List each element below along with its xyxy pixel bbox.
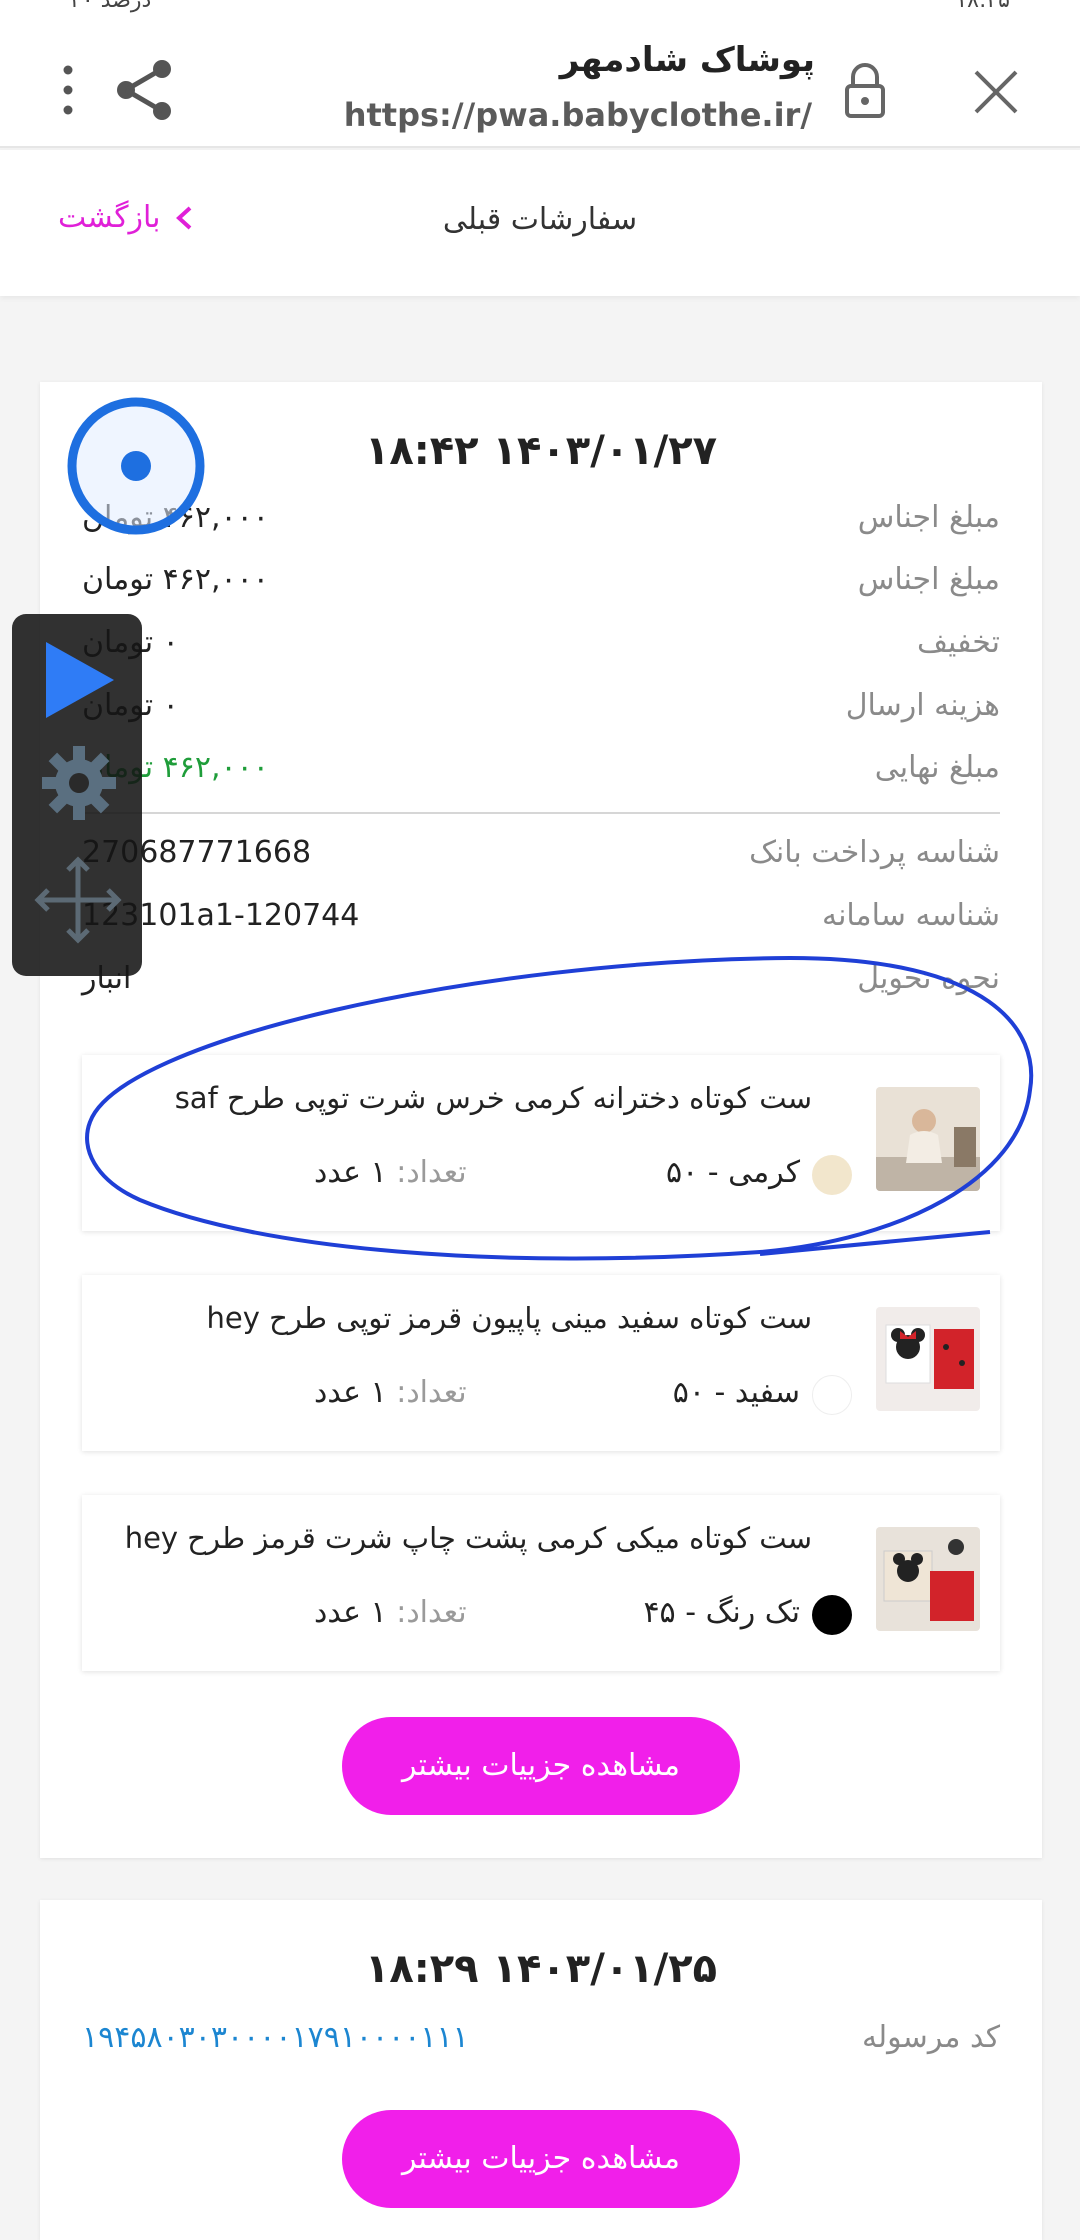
- product-thumbnail: [876, 1527, 980, 1631]
- row-value: ۴۶۲,۰۰۰ تومان: [82, 562, 269, 597]
- item-name: ست کوتاه دخترانه کرمی خرس شرت توپی طرح s…: [174, 1081, 812, 1115]
- row-label: کد مرسوله: [861, 2020, 1000, 2055]
- status-bar: ۲۰ درصد ۱۸:۴۵: [0, 0, 1080, 14]
- summary-row: مبلغ اجناس ۴۶۲,۰۰۰ تومان: [82, 500, 1000, 550]
- divider: [82, 812, 1000, 814]
- item-quantity: تعداد: ۱ عدد: [314, 1595, 467, 1630]
- status-clock: ۱۸:۴۵: [955, 0, 1010, 13]
- row-label: هزینه ارسال: [845, 688, 1000, 723]
- item-quantity: تعداد: ۱ عدد: [314, 1155, 467, 1190]
- qty-label: تعداد:: [396, 1595, 467, 1630]
- product-thumbnail: [876, 1087, 980, 1191]
- summary-row: مبلغ اجناس ۴۶۲,۰۰۰ تومان: [82, 562, 1000, 612]
- lock-icon[interactable]: [840, 60, 890, 120]
- summary-row: مبلغ نهایی ۴۶۲,۰۰۰ تومان: [82, 750, 1000, 800]
- info-row: شناسه پرداخت بانک 270687771668: [82, 835, 1000, 885]
- gear-icon[interactable]: [40, 744, 118, 822]
- item-name: ست کوتاه میکی کرمی پشت چاپ شرت قرمز طرح …: [124, 1521, 812, 1555]
- order-item[interactable]: ست کوتاه سفید مینی پاپیون قرمز توپی طرح …: [82, 1275, 1000, 1451]
- page-header: سفارشات قبلی بازگشت: [0, 150, 1080, 296]
- url-text[interactable]: https://pwa.babyclothe.ir/: [344, 96, 812, 134]
- order-item[interactable]: ست کوتاه دخترانه کرمی خرس شرت توپی طرح s…: [82, 1055, 1000, 1231]
- qty-value: ۱ عدد: [314, 1375, 387, 1410]
- close-icon[interactable]: [966, 62, 1026, 122]
- order-date: ۱۴۰۳/۰۱/۲۵ ۱۸:۲۹: [364, 1946, 718, 1992]
- item-color-size: کرمی - ۵۰: [665, 1155, 800, 1190]
- order-item[interactable]: ست کوتاه میکی کرمی پشت چاپ شرت قرمز طرح …: [82, 1495, 1000, 1671]
- info-row: شناسه سامانه 123101a1-120744: [82, 898, 1000, 948]
- item-color-size: سفید - ۵۰: [672, 1375, 800, 1410]
- row-label: شناسه سامانه: [821, 898, 1000, 933]
- view-details-button[interactable]: مشاهده جزییات بیشتر: [342, 1717, 740, 1815]
- chevron-left-icon: [176, 206, 192, 229]
- item-quantity: تعداد: ۱ عدد: [314, 1375, 467, 1410]
- site-title: پوشاک شادمهر: [559, 40, 815, 80]
- status-battery: ۲۰ درصد: [70, 0, 152, 13]
- row-label: نحوه تحویل: [857, 961, 1000, 996]
- qty-value: ۱ عدد: [314, 1155, 387, 1190]
- play-icon[interactable]: [36, 634, 122, 726]
- move-icon[interactable]: [32, 854, 124, 946]
- more-vert-icon[interactable]: [48, 60, 88, 120]
- view-details-button[interactable]: مشاهده جزییات بیشتر: [342, 2110, 740, 2208]
- row-label: مبلغ نهایی: [874, 750, 1000, 785]
- qty-value: ۱ عدد: [314, 1595, 387, 1630]
- product-thumbnail: [876, 1307, 980, 1411]
- tracking-row: کد مرسوله ۱۹۴۵۸۰۳۰۳۰۰۰۰۱۷۹۱۰۰۰۰۱۱۱: [82, 2020, 1000, 2070]
- order-card: ۱۴۰۳/۰۱/۲۷ ۱۸:۴۲ مبلغ اجناس ۴۶۲,۰۰۰ توما…: [40, 382, 1042, 1858]
- back-button[interactable]: بازگشت: [58, 200, 200, 235]
- item-color-size: تک رنگ - ۴۵: [643, 1595, 800, 1630]
- row-label: تخفیف: [917, 625, 1000, 660]
- row-label: مبلغ اجناس: [857, 500, 1000, 535]
- summary-row: تخفیف ۰ تومان: [82, 625, 1000, 675]
- order-card: ۱۴۰۳/۰۱/۲۵ ۱۸:۲۹ کد مرسوله ۱۹۴۵۸۰۳۰۳۰۰۰۰…: [40, 1900, 1042, 2240]
- qty-label: تعداد:: [396, 1155, 467, 1190]
- browser-top-bar: ۲۰ درصد ۱۸:۴۵ پوشاک شادمهر https://pwa.b…: [0, 0, 1080, 148]
- item-name: ست کوتاه سفید مینی پاپیون قرمز توپی طرح …: [206, 1301, 812, 1335]
- record-target-icon[interactable]: [66, 396, 206, 536]
- row-label: شناسه پرداخت بانک: [749, 835, 1000, 870]
- info-row: نحوه تحویل انبار: [82, 961, 1000, 1011]
- share-icon[interactable]: [110, 55, 180, 125]
- back-label: بازگشت: [58, 200, 161, 235]
- tracking-code[interactable]: ۱۹۴۵۸۰۳۰۳۰۰۰۰۱۷۹۱۰۰۰۰۱۱۱: [82, 2020, 469, 2055]
- recorder-toolbar: [12, 614, 142, 976]
- color-swatch: [812, 1375, 852, 1415]
- summary-row: هزینه ارسال ۰ تومان: [82, 688, 1000, 738]
- row-label: مبلغ اجناس: [857, 562, 1000, 597]
- color-swatch: [812, 1595, 852, 1635]
- qty-label: تعداد:: [396, 1375, 467, 1410]
- color-swatch: [812, 1155, 852, 1195]
